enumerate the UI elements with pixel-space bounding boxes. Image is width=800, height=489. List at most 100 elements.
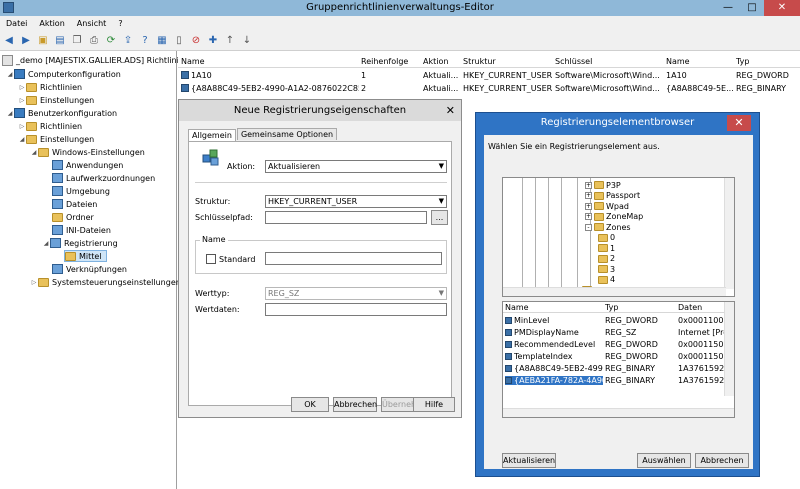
registry-key-item[interactable]: 2	[598, 254, 615, 264]
tree-item-laufwerkzuordnungen[interactable]: Laufwerkzuordnungen	[52, 172, 155, 184]
move-up-icon[interactable]: ↑	[223, 33, 237, 47]
tree-item-verknuepfungen[interactable]: Verknüpfungen	[52, 263, 127, 275]
close-button[interactable]: ✕	[764, 0, 800, 16]
doc-icon[interactable]: ▯	[172, 33, 186, 47]
tree-item-systemsteuerungseinstellungen[interactable]: ▷ Systemsteuerungseinstellungen	[30, 276, 181, 288]
registry-key-item[interactable]: 4	[598, 275, 615, 285]
tree-item-windows-einstellungen[interactable]: ◢ Windows-Einstellungen	[30, 146, 145, 158]
aktion-dropdown[interactable]: Aktualisieren ▼	[265, 160, 447, 173]
registry-key-item[interactable]: + Passport	[585, 191, 640, 201]
print-icon[interactable]: ⎙	[87, 33, 101, 47]
menu-ansicht[interactable]: Ansicht	[77, 19, 107, 28]
export-icon[interactable]: ⇪	[121, 33, 135, 47]
menu-help[interactable]: ?	[118, 19, 122, 28]
values-col-typ[interactable]: Typ	[605, 303, 618, 312]
tab-allgemein[interactable]: Allgemein	[188, 129, 236, 141]
table-row[interactable]: {AEBA21FA-782A-4A90...REG_BINARY1A376159…	[503, 375, 726, 386]
maximize-button[interactable]: □	[740, 0, 764, 16]
tree-item-gpo-root[interactable]: _demo [MAJESTIX.GALLIER.ADS] Richtlinie	[2, 54, 184, 66]
standard-checkbox[interactable]	[206, 254, 216, 264]
registry-key-item[interactable]: + P3P	[585, 180, 621, 190]
col-header-typ[interactable]: Typ	[736, 57, 749, 66]
collapse-triangle-icon[interactable]: ◢	[6, 71, 14, 78]
cancel-button[interactable]: Abbrechen	[333, 397, 377, 412]
table-row[interactable]: TemplateIndexREG_DWORD0x00011500 (709...	[503, 351, 726, 362]
up-folder-icon[interactable]: ▣	[36, 33, 50, 47]
help-button[interactable]: Hilfe	[413, 397, 455, 412]
dialog-close-button[interactable]: ✕	[446, 100, 455, 121]
expand-icon[interactable]: +	[585, 213, 592, 220]
table-row[interactable]: 1A10 1 Aktuali... HKEY_CURRENT_USER Soft…	[178, 70, 800, 82]
refresh-icon[interactable]: ⟳	[104, 33, 118, 47]
col-header-aktion[interactable]: Aktion	[423, 57, 448, 66]
tree-item-dateien[interactable]: Dateien	[52, 198, 97, 210]
collapse-triangle-icon[interactable]: ◢	[6, 110, 14, 117]
tree-item-ini-dateien[interactable]: INI-Dateien	[52, 224, 111, 236]
forward-arrow-icon[interactable]: ▶	[19, 33, 33, 47]
collapse-triangle-icon[interactable]: ◢	[30, 149, 38, 156]
tree-item-benutzerkonfiguration[interactable]: ◢ Benutzerkonfiguration	[6, 107, 117, 119]
collapse-triangle-icon[interactable]: ◢	[42, 240, 50, 247]
ok-button[interactable]: OK	[291, 397, 329, 412]
table-row[interactable]: {A8A88C49-5EB2-4990-A1A2-0876022C854F} 2…	[178, 83, 800, 95]
werttyp-dropdown[interactable]: REG_SZ ▼	[265, 287, 447, 300]
expand-icon[interactable]: +	[585, 192, 592, 199]
add-icon[interactable]: ✚	[206, 33, 220, 47]
show-tree-icon[interactable]: ▤	[53, 33, 67, 47]
struktur-dropdown[interactable]: HKEY_CURRENT_USER ▼	[265, 195, 447, 208]
expand-triangle-icon[interactable]: ▷	[18, 123, 26, 130]
table-row[interactable]: PMDisplayNameREG_SZInternet [Protecte...	[503, 327, 726, 338]
values-horizontal-scrollbar[interactable]	[503, 408, 734, 417]
tree-item-umgebung[interactable]: Umgebung	[52, 185, 110, 197]
schluesselpfad-input[interactable]	[265, 211, 427, 224]
table-row[interactable]: RecommendedLevelREG_DWORD0x00011500 (709…	[503, 339, 726, 350]
tree-horizontal-scrollbar[interactable]	[503, 287, 726, 296]
properties-icon[interactable]: ▦	[155, 33, 169, 47]
help-icon[interactable]: ?	[138, 33, 152, 47]
expand-triangle-icon[interactable]: ▷	[18, 97, 26, 104]
browser-cancel-button[interactable]: Abbrechen	[695, 453, 749, 468]
registry-key-item[interactable]: 1	[598, 243, 615, 253]
tab-gemeinsame-optionen[interactable]: Gemeinsame Optionen	[236, 128, 338, 140]
back-arrow-icon[interactable]: ◀	[2, 33, 16, 47]
browser-close-button[interactable]: ✕	[727, 115, 751, 131]
registry-key-item[interactable]: + ZoneMap	[585, 212, 643, 222]
tree-vertical-scrollbar[interactable]	[724, 178, 734, 289]
wertdaten-input[interactable]	[265, 303, 447, 316]
menu-datei[interactable]: Datei	[6, 19, 27, 28]
values-col-name[interactable]: Name	[505, 303, 529, 312]
name-input[interactable]	[265, 252, 442, 265]
expand-triangle-icon[interactable]: ▷	[18, 84, 26, 91]
registry-key-item[interactable]: 3	[598, 264, 615, 274]
tree-item-anwendungen[interactable]: Anwendungen	[52, 159, 123, 171]
col-header-name2[interactable]: Name	[666, 57, 690, 66]
menu-aktion[interactable]: Aktion	[39, 19, 64, 28]
tree-item-richtlinien-benutzer[interactable]: ▷ Richtlinien	[18, 120, 82, 132]
copy-icon[interactable]: ❐	[70, 33, 84, 47]
move-down-icon[interactable]: ↓	[240, 33, 254, 47]
expand-triangle-icon[interactable]: ▷	[30, 279, 38, 286]
minimize-button[interactable]: —	[716, 0, 740, 16]
tree-item-einstellungen-computer[interactable]: ▷ Einstellungen	[18, 94, 94, 106]
values-col-daten[interactable]: Daten	[678, 303, 702, 312]
registry-key-item[interactable]: - Zones	[585, 222, 631, 232]
tree-item-einstellungen-benutzer[interactable]: ◢ Einstellungen	[18, 133, 94, 145]
values-vertical-scrollbar[interactable]	[724, 302, 734, 396]
registry-key-item[interactable]: + Wpad	[585, 201, 629, 211]
col-header-reihenfolge[interactable]: Reihenfolge	[361, 57, 408, 66]
stop-icon[interactable]: ⊘	[189, 33, 203, 47]
collapse-icon[interactable]: -	[585, 223, 592, 231]
col-header-struktur[interactable]: Struktur	[463, 57, 496, 66]
expand-icon[interactable]: +	[585, 181, 592, 189]
col-header-schluessel[interactable]: Schlüssel	[555, 57, 592, 66]
tree-item-registrierung[interactable]: ◢ Registrierung	[42, 237, 118, 249]
tree-item-computerkonfiguration[interactable]: ◢ Computerkonfiguration	[6, 68, 121, 80]
tree-item-ordner[interactable]: Ordner	[52, 211, 94, 223]
registry-key-item[interactable]: 0	[598, 233, 615, 243]
select-button[interactable]: Auswählen	[637, 453, 691, 468]
col-header-name[interactable]: Name	[181, 57, 205, 66]
tree-item-richtlinien-computer[interactable]: ▷ Richtlinien	[18, 81, 82, 93]
refresh-button[interactable]: Aktualisieren	[502, 453, 556, 468]
table-row[interactable]: MinLevelREG_DWORD0x00011000 (696...	[503, 315, 726, 326]
tree-item-mittel[interactable]: Mittel	[64, 250, 107, 262]
